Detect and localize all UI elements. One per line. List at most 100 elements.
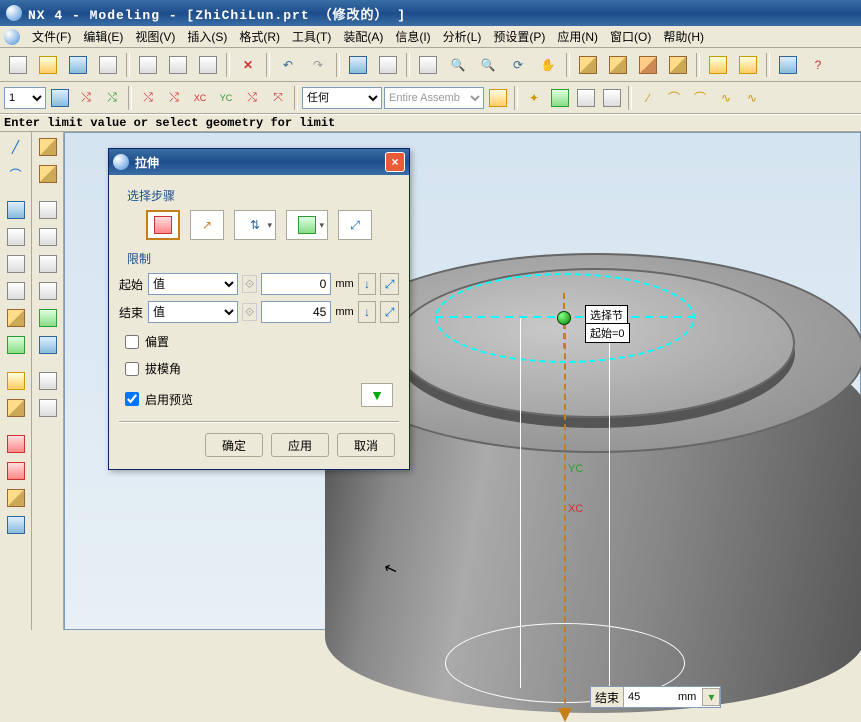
layer-select[interactable]: 1 [4,87,46,109]
start-swap-icon[interactable]: ⤢ [380,273,399,295]
zoom-in-button[interactable]: 🔍 [474,51,502,79]
help-button[interactable]: ? [804,51,832,79]
feat-tool12[interactable] [2,512,30,538]
arc-tool[interactable]: ⌒ [2,161,30,187]
end-value-input-dlg[interactable] [261,301,331,323]
drag-handle-start[interactable] [557,311,571,325]
feat-tool11[interactable] [2,485,30,511]
curve-icon5[interactable]: ∿ [740,86,764,110]
print-button[interactable] [94,51,122,79]
csys-icon3[interactable]: ⤭ [136,86,160,110]
sel-icon3[interactable] [548,86,572,110]
end-lock-icon[interactable]: ⟐ [242,303,257,321]
curve-icon2[interactable]: ⌒ [662,86,686,110]
shaded-button[interactable] [604,51,632,79]
save-button[interactable] [64,51,92,79]
feat-tool9[interactable] [2,431,30,457]
pan-button[interactable]: ✋ [534,51,562,79]
step-direction-button[interactable]: ↗ [190,210,224,240]
start-type-select[interactable]: 值 [148,273,238,295]
step-reverse-button[interactable]: ⤢ [338,210,372,240]
offset-row[interactable]: 偏置 [125,333,399,350]
start-down-icon[interactable]: ↓ [358,273,377,295]
end-dropdown-icon[interactable]: ▾ [702,688,720,706]
filter-select-2[interactable]: Entire Assemb [384,87,484,109]
feat-tool3[interactable] [2,251,30,277]
st2-1[interactable] [34,134,62,160]
end-type-select[interactable]: 值 [148,301,238,323]
st2-7[interactable] [34,305,62,331]
feat-tool8[interactable] [2,395,30,421]
menu-file[interactable]: 文件(F) [28,26,75,47]
menu-help[interactable]: 帮助(H) [659,26,708,47]
copy-button[interactable] [164,51,192,79]
st2-9[interactable] [34,368,62,394]
sel-icon4[interactable] [574,86,598,110]
curve-icon4[interactable]: ∿ [714,86,738,110]
end-value-input[interactable] [624,687,674,707]
paste-button[interactable] [194,51,222,79]
preview-expand-button[interactable]: ▼ [361,383,393,407]
preview-checkbox[interactable] [125,392,139,406]
close-button[interactable]: × [385,152,405,172]
menu-window[interactable]: 窗口(O) [606,26,655,47]
rotate-button[interactable]: ⟳ [504,51,532,79]
cancel-button[interactable]: 取消 [337,433,395,457]
clip-button[interactable] [704,51,732,79]
end-swap-icon[interactable]: ⤢ [380,301,399,323]
csys-icon6[interactable]: YC [214,86,238,110]
cut-button[interactable] [134,51,162,79]
csys-icon8[interactable]: ⤧ [266,86,290,110]
menu-insert[interactable]: 插入(S) [183,26,231,47]
open-button[interactable] [34,51,62,79]
feat-tool10[interactable] [2,458,30,484]
step-limits-button[interactable]: ⇅ [234,210,276,240]
line-tool[interactable]: ╱ [2,134,30,160]
feat-tool2[interactable] [2,224,30,250]
clip-edit-button[interactable] [734,51,762,79]
feat-tool5[interactable] [2,305,30,331]
csys-icon7[interactable]: ⤭ [240,86,264,110]
st2-4[interactable] [34,224,62,250]
csys-icon5[interactable]: XC [188,86,212,110]
tb-btn-a[interactable] [344,51,372,79]
curve-icon3[interactable]: ⌒ [688,86,712,110]
start-value-input[interactable] [261,273,331,295]
ok-button[interactable]: 确定 [205,433,263,457]
offset-checkbox[interactable] [125,335,139,349]
new-button[interactable] [4,51,32,79]
st2-5[interactable] [34,251,62,277]
tb-btn-b[interactable] [374,51,402,79]
menu-tools[interactable]: 工具(T) [288,26,335,47]
curve-icon1[interactable]: ∕ [636,86,660,110]
st2-2[interactable] [34,161,62,187]
menu-application[interactable]: 应用(N) [553,26,602,47]
sel-icon1[interactable] [486,86,510,110]
wireframe-button[interactable] [574,51,602,79]
draft-row[interactable]: 拔模角 [125,360,399,377]
menu-format[interactable]: 格式(R) [235,26,284,47]
step-boolean-button[interactable] [286,210,328,240]
menu-analysis[interactable]: 分析(L) [439,26,486,47]
filter-select-1[interactable]: 任何 [302,87,382,109]
wcs-icon[interactable] [48,86,72,110]
zoom-button[interactable]: 🔍 [444,51,472,79]
st2-3[interactable] [34,197,62,223]
st2-8[interactable] [34,332,62,358]
sel-icon2[interactable]: ✦ [522,86,546,110]
st2-10[interactable] [34,395,62,421]
dialog-titlebar[interactable]: 拉伸 × [109,149,409,175]
feat-tool4[interactable] [2,278,30,304]
preview-row[interactable]: 启用预览 [125,391,193,408]
extrude-axis-arrow-icon[interactable] [558,708,572,722]
feat-tool6[interactable] [2,332,30,358]
step-section-button[interactable] [146,210,180,240]
fit-button[interactable] [414,51,442,79]
draft-checkbox[interactable] [125,362,139,376]
delete-button[interactable]: ✕ [234,51,262,79]
look-button[interactable] [774,51,802,79]
menu-edit[interactable]: 编辑(E) [79,26,127,47]
feat-tool1[interactable] [2,197,30,223]
menu-view[interactable]: 视图(V) [131,26,179,47]
menu-preferences[interactable]: 预设置(P) [489,26,549,47]
